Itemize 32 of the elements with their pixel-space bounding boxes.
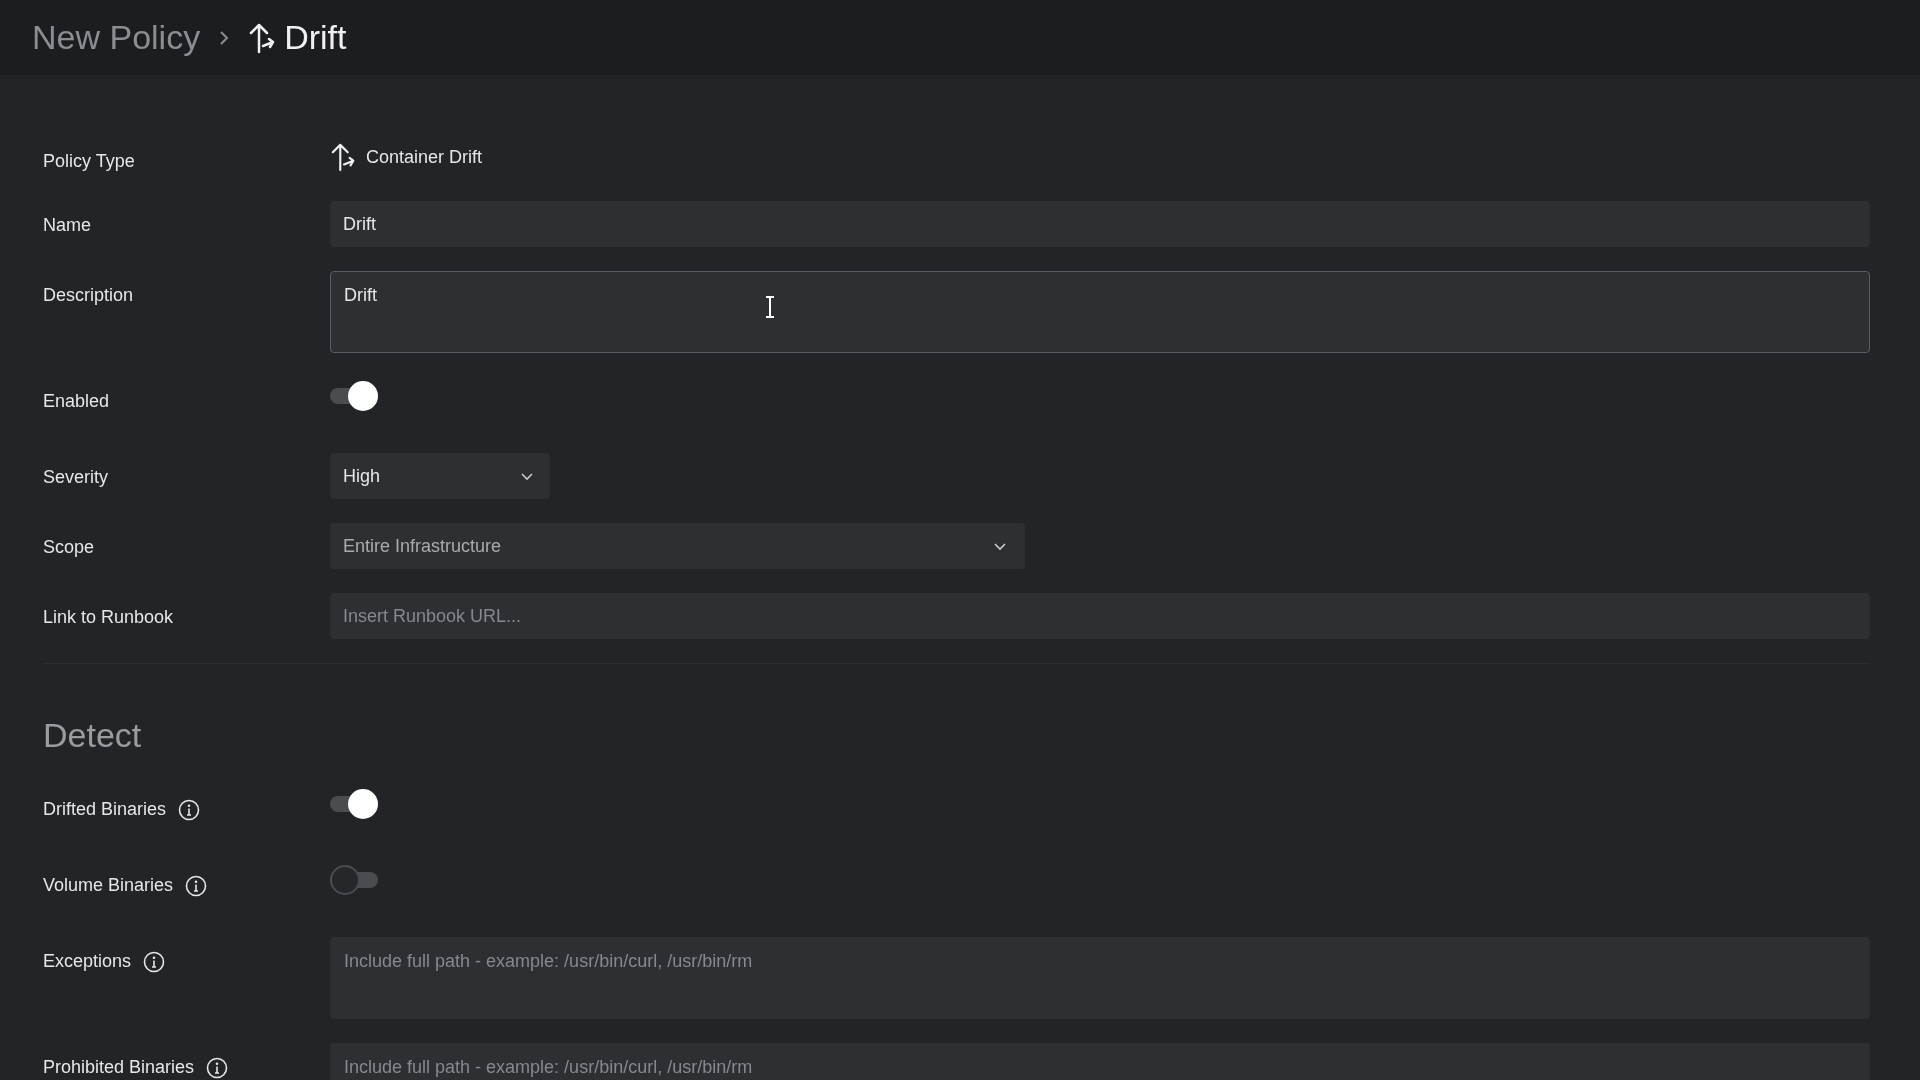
text-area[interactable]: Include full path - example: /usr/bin/curl, /usr/bin/rm xyxy=(330,1043,1870,1080)
toggle-switch[interactable] xyxy=(330,865,378,895)
field-label: Drifted Binaries xyxy=(43,798,167,821)
dropdown[interactable]: High xyxy=(330,453,550,499)
field-label: Link to Runbook xyxy=(43,606,174,629)
field-label: Policy Type xyxy=(43,150,135,173)
info-icon[interactable] xyxy=(185,874,208,897)
page-title: Drift xyxy=(284,17,347,58)
text-area[interactable]: Include full path - example: /usr/bin/curl, /usr/bin/rm xyxy=(330,937,1870,1019)
info-icon[interactable] xyxy=(143,950,166,973)
text-field[interactable]: Insert Runbook URL... xyxy=(330,593,1870,639)
info-icon[interactable] xyxy=(206,1056,229,1079)
field-label: Volume Binaries xyxy=(43,874,174,897)
field-label: Severity xyxy=(43,466,109,489)
chevron-down-icon xyxy=(993,541,1007,551)
field-label: Exceptions xyxy=(43,950,132,973)
field-label: Name xyxy=(43,214,91,237)
field-label: Enabled xyxy=(43,390,110,413)
text-area[interactable]: Drift xyxy=(330,271,1870,353)
dropdown[interactable]: Entire Infrastructure xyxy=(330,523,1025,569)
info-icon[interactable] xyxy=(178,798,201,821)
toggle-switch[interactable] xyxy=(330,789,378,819)
toggle-switch[interactable] xyxy=(330,381,378,411)
policy-type-value: Container Drift xyxy=(366,145,483,169)
text-field[interactable]: Drift xyxy=(330,201,1870,247)
field-label: Prohibited Binaries xyxy=(43,1056,195,1079)
text-cursor-icon xyxy=(764,295,776,319)
field-label: Description xyxy=(43,284,134,307)
section-heading: Detect xyxy=(43,715,143,756)
field-label: Scope xyxy=(43,536,95,559)
chevron-down-icon xyxy=(520,471,534,481)
breadcrumb-link[interactable]: New Policy xyxy=(32,12,201,63)
